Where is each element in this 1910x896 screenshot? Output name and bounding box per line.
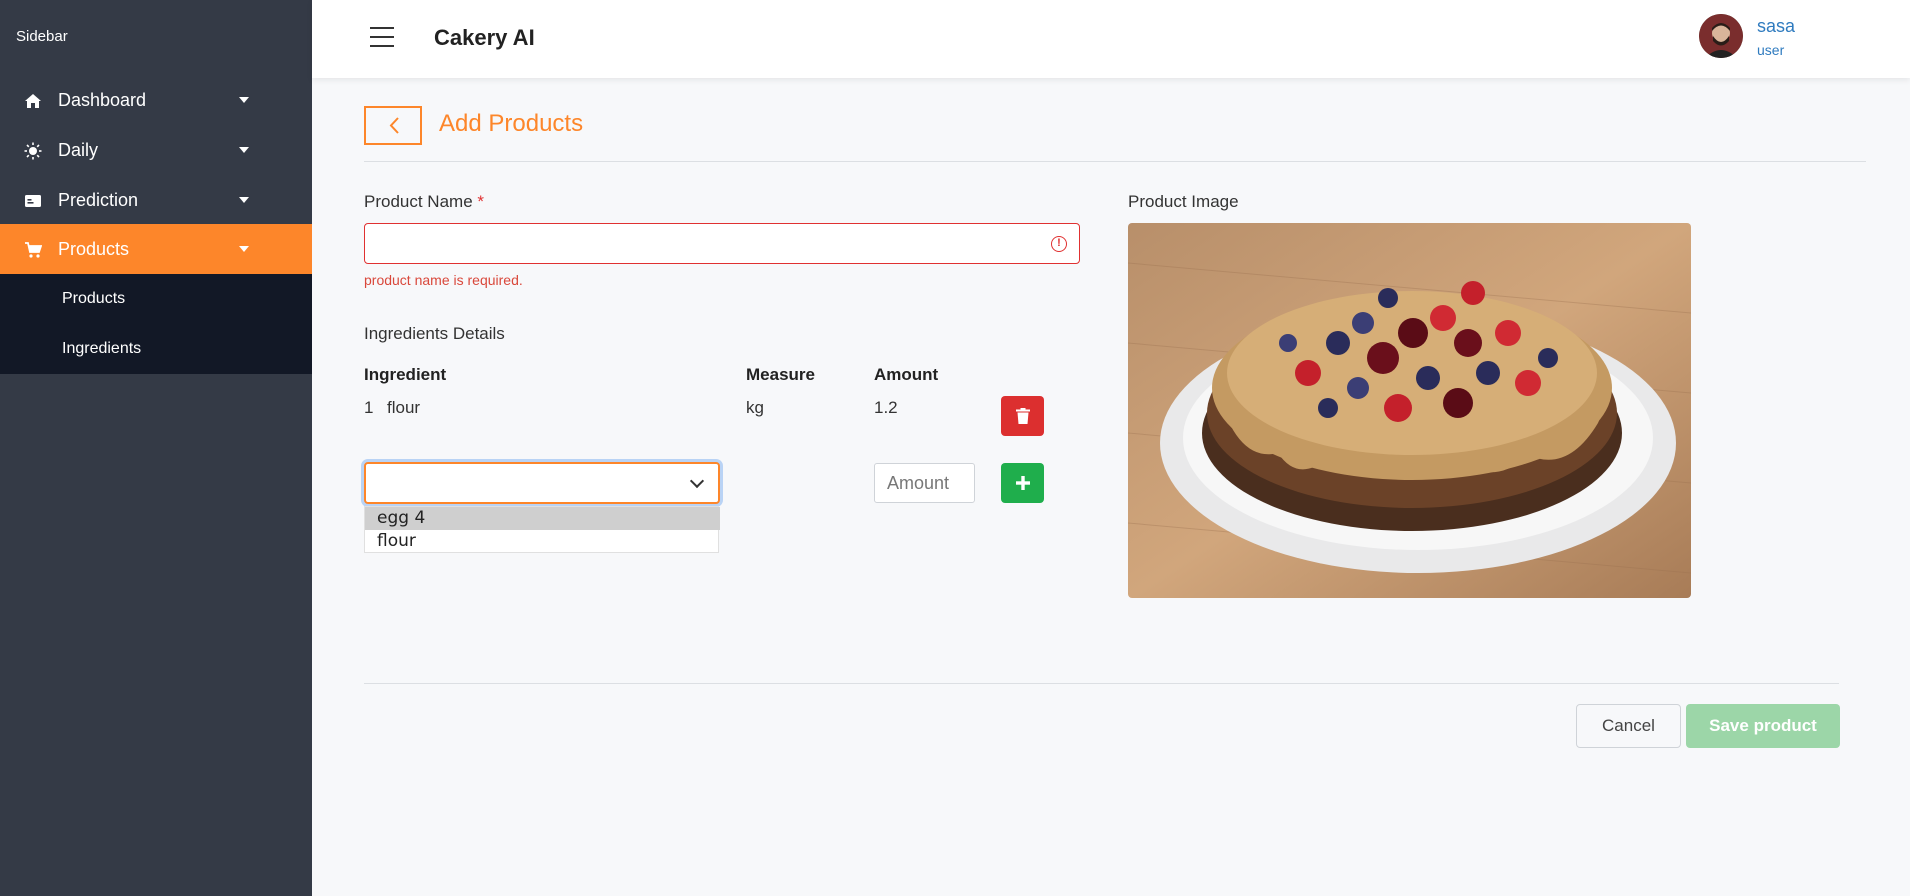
- save-product-button[interactable]: Save product: [1686, 704, 1840, 748]
- plus-icon: [1015, 476, 1030, 490]
- sidebar-item-label: Daily: [58, 140, 99, 160]
- back-button[interactable]: [364, 106, 422, 145]
- sidebar-item-prediction[interactable]: Prediction: [0, 175, 312, 225]
- sidebar-item-dashboard[interactable]: Dashboard: [0, 75, 312, 125]
- caret-down-icon: [239, 197, 249, 203]
- product-name-label: Product Name *: [364, 192, 484, 212]
- sidebar-item-daily[interactable]: Daily: [0, 125, 312, 175]
- amount-input[interactable]: [874, 463, 975, 503]
- sidebar-item-label: Prediction: [58, 190, 139, 210]
- caret-down-icon: [239, 246, 249, 252]
- column-header-ingredient: Ingredient: [364, 365, 447, 384]
- app-title: Cakery AI: [434, 25, 535, 50]
- sidebar-title: Sidebar: [16, 28, 68, 45]
- caret-down-icon: [239, 147, 249, 153]
- top-header: Cakery AI sasa user: [312, 0, 1910, 78]
- sidebar: Sidebar Dashboard Daily Prediction Produ…: [0, 0, 312, 896]
- submenu-item-ingredients[interactable]: Ingredients: [62, 340, 141, 358]
- products-submenu: Products Ingredients: [0, 274, 312, 374]
- ingredients-section-label: Ingredients Details: [364, 324, 505, 343]
- avatar[interactable]: [1699, 14, 1743, 58]
- chevron-left-icon: [389, 117, 399, 134]
- add-ingredient-button[interactable]: [1001, 463, 1044, 503]
- dropdown-option[interactable]: egg 4: [365, 507, 720, 530]
- user-name[interactable]: sasa: [1757, 16, 1795, 37]
- sidebar-item-label: Products: [58, 239, 130, 259]
- caret-down-icon: [239, 97, 249, 103]
- ingredient-dropdown: egg 4 flour: [364, 506, 720, 553]
- terminal-icon: [24, 192, 42, 210]
- delete-ingredient-button[interactable]: [1001, 396, 1044, 436]
- ingredient-row-measure: kg: [746, 398, 764, 417]
- product-name-error: product name is required.: [364, 272, 523, 288]
- sun-icon: [24, 142, 42, 160]
- page-title: Add Products: [439, 110, 584, 137]
- submenu-item-products[interactable]: Products: [62, 290, 125, 308]
- divider: [364, 161, 1866, 162]
- product-image[interactable]: [1128, 223, 1691, 598]
- ingredient-row-index: 1: [364, 398, 374, 417]
- user-role: user: [1757, 42, 1785, 58]
- home-icon: [24, 92, 42, 110]
- divider: [364, 683, 1839, 684]
- column-header-amount: Amount: [874, 365, 939, 384]
- ingredient-select[interactable]: [364, 462, 720, 504]
- required-mark: *: [477, 192, 485, 211]
- cart-icon: [24, 241, 42, 259]
- trash-icon: [1015, 408, 1030, 424]
- ingredient-row-amount: 1.2: [874, 398, 898, 417]
- product-name-label-text: Product Name: [364, 192, 473, 211]
- sidebar-item-label: Dashboard: [58, 90, 147, 110]
- ingredient-row-name: flour: [387, 398, 421, 417]
- product-image-label: Product Image: [1128, 192, 1239, 211]
- error-icon: !: [1051, 236, 1067, 252]
- dropdown-option[interactable]: flour: [365, 530, 720, 553]
- sidebar-item-products[interactable]: Products: [0, 224, 312, 274]
- chevron-down-icon: [689, 473, 705, 489]
- column-header-measure: Measure: [746, 365, 815, 384]
- product-name-input[interactable]: [364, 223, 1080, 264]
- hamburger-menu-icon[interactable]: [370, 27, 394, 47]
- cancel-button[interactable]: Cancel: [1576, 704, 1681, 748]
